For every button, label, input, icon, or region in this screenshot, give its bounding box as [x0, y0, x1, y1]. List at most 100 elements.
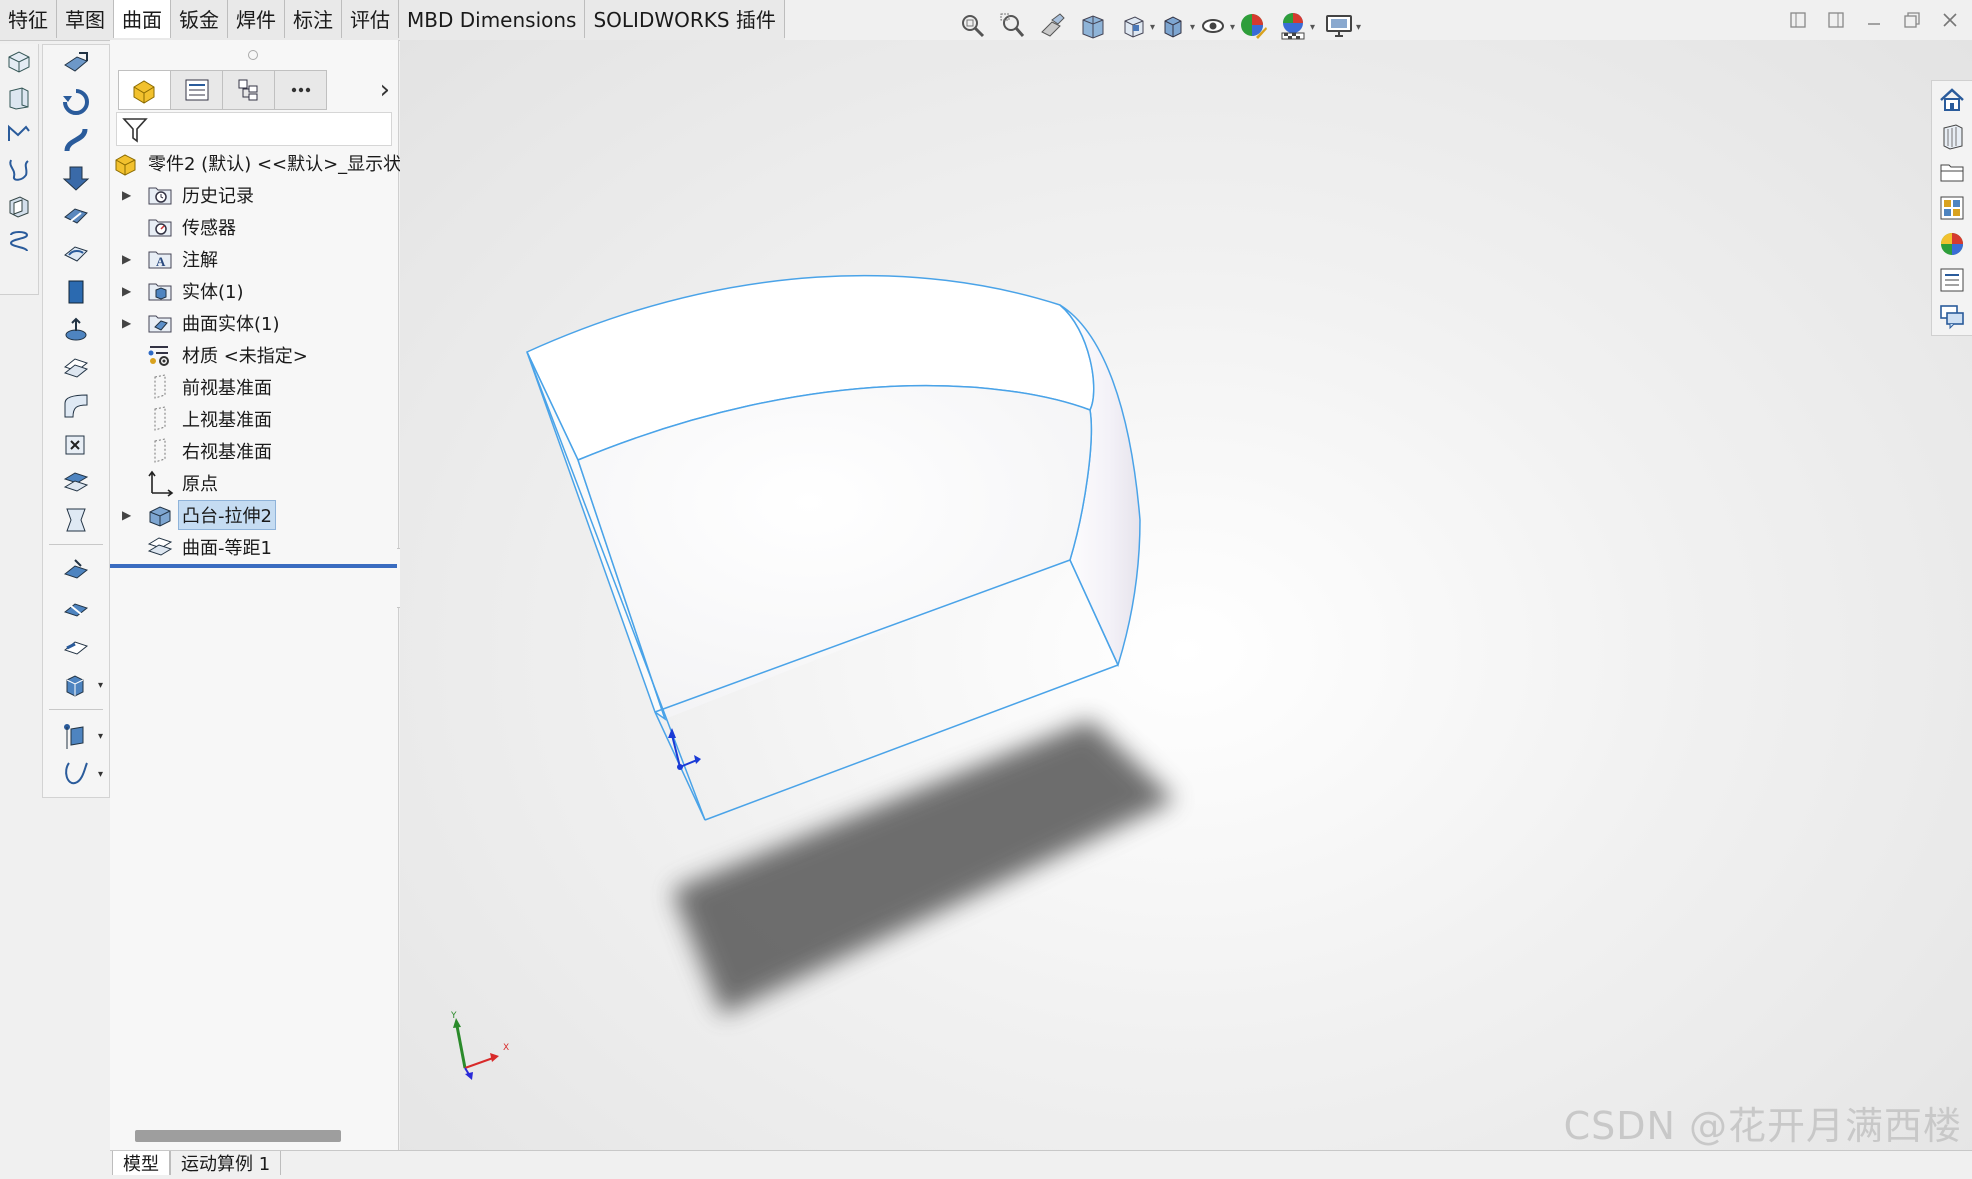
curves-icon[interactable]: ▾: [43, 755, 109, 793]
swept-surface-icon[interactable]: [43, 121, 109, 159]
hide-show-icon[interactable]: ▾: [1195, 8, 1235, 44]
section-view-icon[interactable]: [1075, 8, 1111, 44]
horizontal-scrollbar[interactable]: [135, 1130, 341, 1142]
untrim-surface-icon[interactable]: [43, 628, 109, 666]
tree-item-label: 原点: [182, 474, 218, 495]
tab-solidworks-addins[interactable]: SOLIDWORKS 插件: [585, 0, 785, 38]
plane-icon: [146, 437, 174, 465]
boundary-surface-icon[interactable]: [43, 197, 109, 235]
expand-arrow-icon[interactable]: ▶: [122, 316, 131, 330]
feature-manager-panel: › 零件2 (默认) <<默认>_显示状态 ▶ 历史记录 传感器 ▶ A 注解 …: [110, 40, 419, 1150]
tab-model[interactable]: 模型: [112, 1151, 170, 1175]
offset-surface-tool-icon[interactable]: [43, 349, 109, 387]
ground-shadow: [672, 720, 1175, 1015]
tree-item-label: 注解: [182, 250, 218, 271]
tree-item-label: 上视基准面: [182, 410, 272, 431]
tab-sketch[interactable]: 草图: [57, 0, 114, 38]
tab-feature-manager[interactable]: [118, 70, 170, 110]
model-view[interactable]: [400, 40, 1972, 1150]
extend-surface-icon[interactable]: [43, 552, 109, 590]
solidworks-resources-icon[interactable]: [1934, 83, 1970, 117]
surface-main-body[interactable]: [578, 385, 1092, 719]
freeform-icon[interactable]: [43, 273, 109, 311]
planar-surface-icon[interactable]: [0, 80, 38, 116]
delete-face-icon[interactable]: [43, 425, 109, 463]
close-icon[interactable]: [1938, 8, 1962, 32]
spline-icon[interactable]: [0, 152, 38, 188]
shortcut-strip-primary: [0, 44, 39, 295]
filled-surface-icon[interactable]: [43, 235, 109, 273]
annotation-icon: A: [146, 245, 174, 273]
plane-icon: [146, 373, 174, 401]
tree-item-label: 实体(1): [182, 282, 244, 303]
expand-arrow-icon[interactable]: ▶: [122, 284, 131, 298]
tree-item-label: 右视基准面: [182, 442, 272, 463]
tab-sheet-metal[interactable]: 钣金: [171, 0, 228, 38]
tree-item-label: 材质 <未指定>: [182, 346, 308, 367]
view-orientation-icon[interactable]: ▾: [1115, 8, 1155, 44]
expand-arrow-icon[interactable]: ▶: [122, 508, 131, 522]
window-controls: [1786, 8, 1962, 32]
surface-body-icon[interactable]: [0, 188, 38, 224]
plane-icon: [146, 405, 174, 433]
model-tabs-bar: 模型 运动算例 1: [110, 1150, 1972, 1175]
tree-filter-input[interactable]: [116, 112, 392, 146]
restore-left-icon[interactable]: [1786, 8, 1810, 32]
appearances-scenes-icon[interactable]: [1934, 227, 1970, 261]
tab-property-manager[interactable]: [170, 70, 222, 110]
task-pane-tabs: [1931, 80, 1972, 336]
tab-evaluate[interactable]: 评估: [342, 0, 399, 38]
tab-configuration-manager[interactable]: [222, 70, 274, 110]
forum-icon[interactable]: [1934, 299, 1970, 333]
file-explorer-icon[interactable]: [1934, 155, 1970, 189]
chevron-right-icon[interactable]: ›: [380, 77, 390, 103]
command-manager-tabs: 特征 草图 曲面 钣金 焊件 标注 评估 MBD Dimensions SOLI…: [0, 0, 785, 41]
tab-mbd-dimensions[interactable]: MBD Dimensions: [399, 0, 586, 38]
configuration-icon: [238, 79, 257, 101]
reference-geometry-icon[interactable]: ▾: [43, 717, 109, 755]
extruded-surface-tool-icon[interactable]: [43, 45, 109, 83]
ruled-surface-icon[interactable]: [43, 387, 109, 425]
expand-arrow-icon[interactable]: ▶: [122, 252, 131, 266]
graphics-area[interactable]: Y X CSDN @花开月满西楼: [400, 40, 1972, 1150]
tree-item-label: 前视基准面: [182, 378, 272, 399]
planar-surface-tool-icon[interactable]: [43, 311, 109, 349]
strip-divider: [49, 709, 103, 712]
replace-face-icon[interactable]: [43, 463, 109, 501]
restore-right-icon[interactable]: [1824, 8, 1848, 32]
thicken-icon[interactable]: [43, 501, 109, 539]
minimize-icon[interactable]: [1862, 8, 1886, 32]
helix-icon[interactable]: [0, 224, 38, 260]
tab-motion-study-1[interactable]: 运动算例 1: [170, 1151, 282, 1175]
tab-weldments[interactable]: 焊件: [228, 0, 285, 38]
extruded-surface-icon[interactable]: [0, 44, 38, 80]
tab-features[interactable]: 特征: [0, 0, 57, 38]
view-settings-icon[interactable]: ▾: [1321, 8, 1361, 44]
zoom-to-fit-icon[interactable]: [955, 8, 991, 44]
display-style-icon[interactable]: ▾: [1155, 8, 1195, 44]
tab-surfaces[interactable]: 曲面: [114, 0, 171, 38]
edit-appearance-icon[interactable]: [1235, 8, 1271, 44]
custom-properties-icon[interactable]: [1934, 263, 1970, 297]
design-library-icon[interactable]: [1934, 119, 1970, 153]
restore-icon[interactable]: [1900, 8, 1924, 32]
feature-manager-tabs: [118, 70, 327, 110]
apply-scene-icon[interactable]: ▾: [1275, 8, 1315, 44]
knit-surface-icon[interactable]: ▾: [43, 666, 109, 704]
tree-item-label: 凸台-拉伸2: [178, 500, 276, 530]
axis-triad-icon: Y X: [450, 1011, 509, 1080]
tab-markup[interactable]: 标注: [285, 0, 342, 38]
watermark-text: CSDN @花开月满西楼: [1563, 1104, 1962, 1148]
revolved-surface-icon[interactable]: [43, 83, 109, 121]
rollback-bar[interactable]: [110, 564, 398, 568]
lofted-surface-icon[interactable]: [43, 159, 109, 197]
sketch-line-icon[interactable]: [0, 116, 38, 152]
panel-grip[interactable]: [248, 50, 258, 60]
expand-arrow-icon[interactable]: ▶: [122, 188, 131, 202]
trim-surface-icon[interactable]: [43, 590, 109, 628]
solid-bodies-icon: [146, 277, 174, 305]
previous-view-icon[interactable]: [1035, 8, 1071, 44]
tab-more[interactable]: [274, 70, 327, 110]
zoom-area-icon[interactable]: [995, 8, 1031, 44]
view-palette-icon[interactable]: [1934, 191, 1970, 225]
